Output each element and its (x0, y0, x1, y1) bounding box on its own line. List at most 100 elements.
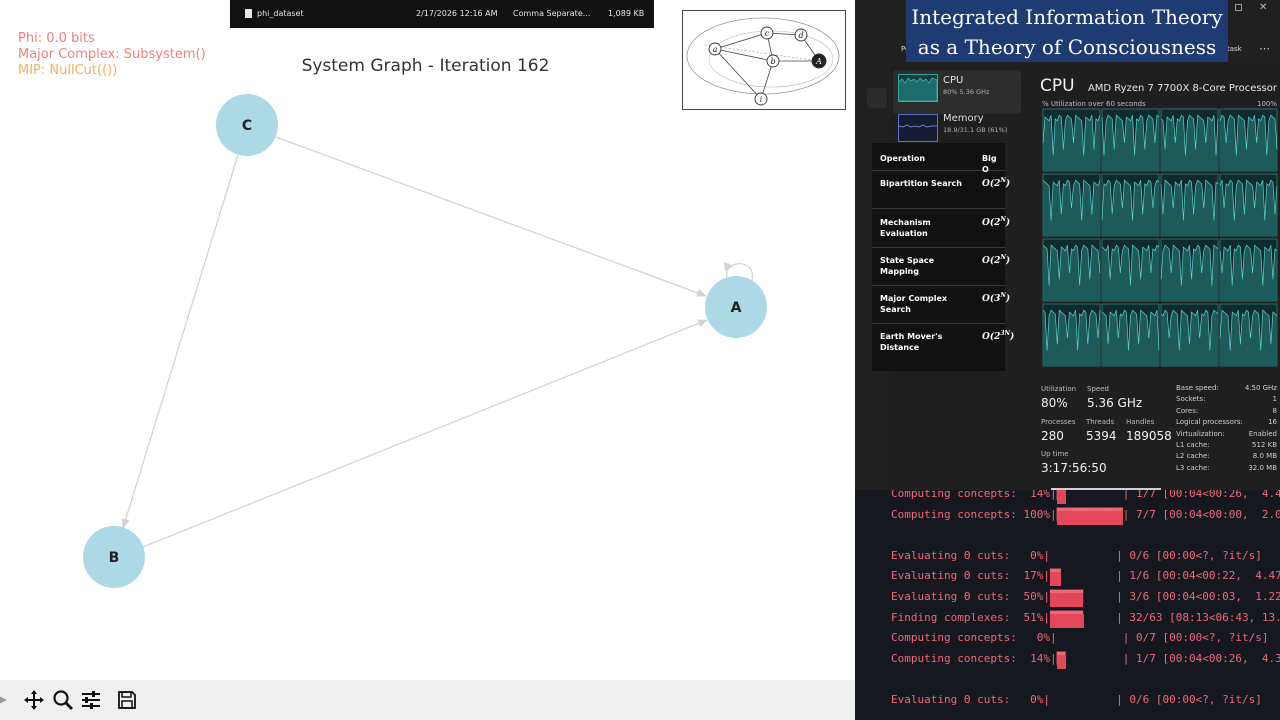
self-loop-arrowhead (724, 262, 734, 271)
logical-processor-graph (1042, 108, 1101, 172)
big-o-row: Earth Mover's Distance O(23N) (872, 324, 1014, 362)
run-task-fragment[interactable]: task (1227, 45, 1242, 53)
spec-value: 1 (1272, 395, 1277, 404)
handles-label: Handles (1126, 418, 1155, 426)
threads-label: Threads (1086, 418, 1115, 426)
terminal-line: Evaluating Θ cuts: 0%| | 0/6 [00:00<?, ?… (891, 693, 1262, 706)
logical-processor-graph (1101, 238, 1160, 302)
logical-processor-graph (1101, 303, 1160, 367)
spec-value: 8 (1272, 406, 1277, 415)
memory-thumb-graph (898, 114, 938, 142)
progress-bar-fill (1049, 572, 1062, 587)
spec-value: 32.0 MB (1248, 463, 1277, 472)
progress-bar-fill (1049, 613, 1084, 628)
more-options-icon[interactable]: ⋯ (1259, 42, 1270, 55)
big-o-operation: Mechanism Evaluation (880, 218, 931, 238)
logical-processor-graph (1219, 303, 1278, 367)
logical-processor-graph (1219, 108, 1278, 172)
close-icon[interactable]: ✕ (1259, 2, 1267, 13)
svg-text:c: c (765, 29, 770, 38)
cpu-thumb-graph (898, 74, 938, 102)
terminal-line: Finding complexes: 51%|█████ | 32/63 [08… (891, 610, 1280, 624)
forward-arrow-icon[interactable] (0, 688, 16, 712)
terminal-line: Evaluating Θ cuts: 17%|█▋ | 1/6 [00:04<0… (891, 569, 1280, 583)
big-o-row: Bipartition Search O(2N) (872, 171, 1010, 209)
logical-processor-graph (1101, 173, 1160, 237)
big-o-complexity: O(2N) (982, 216, 1011, 228)
big-o-complexity: O(23N) (982, 330, 1015, 342)
progress-bar-fill (1056, 490, 1066, 504)
maximize-icon[interactable] (1235, 4, 1242, 11)
spec-value: 16 (1268, 418, 1277, 427)
iit-banner-line2: as a Theory of Consciousness (917, 35, 1217, 59)
spec-value: 4.50 GHz (1244, 384, 1277, 392)
svg-text:i: i (760, 95, 763, 104)
big-o-row: State Space Mapping O(2N) (872, 248, 1010, 286)
progress-bar-fill (1056, 510, 1123, 525)
iit-banner: Integrated Information Theory as a Theor… (906, 0, 1228, 62)
node-b-label: B (109, 550, 120, 566)
big-o-header-operation: Operation (880, 154, 926, 163)
spec-key: Logical processors: (1176, 418, 1243, 427)
spec-key: Sockets: (1176, 395, 1206, 404)
logical-processor-graph (1160, 173, 1219, 237)
logical-processor-graph (1101, 108, 1160, 172)
svg-text:d: d (798, 31, 803, 40)
utilization-max: 100% (1256, 100, 1277, 108)
big-o-row: Major Complex Search O(3N) (872, 286, 1010, 324)
iit-banner-line1: Integrated Information Theory (911, 5, 1223, 29)
utilization-caption: % Utilization over 60 seconds (1042, 100, 1146, 108)
terminal-line: Evaluating Θ cuts: 50%|█████ | 3/6 [00:0… (891, 590, 1280, 603)
speed-label: Speed (1087, 385, 1109, 393)
big-o-complexity: O(2N) (982, 254, 1011, 266)
sidebar-memory-sub: 18.9/31.1 GB (61%) (943, 126, 1008, 134)
terminal-line: Computing concepts: 14%|█ | 1/7 [00:04<0… (891, 490, 1280, 500)
spec-value: 512 KB (1252, 441, 1277, 449)
node-c-label: C (242, 118, 252, 134)
logical-processor-graph (1219, 173, 1278, 237)
terminal-line: Computing concepts: 14%|█▍ | 1/7 [00:04<… (891, 651, 1280, 665)
big-o-operation: Earth Mover's Distance (880, 332, 943, 352)
save-icon[interactable] (115, 688, 139, 712)
cpu-model: AMD Ryzen 7 7700X 8-Core Processor (1087, 83, 1277, 94)
utilization-value: 80% (1041, 396, 1068, 410)
threads-value: 5394 (1086, 429, 1117, 443)
progress-bar-fill (1049, 593, 1083, 607)
utilization-label: Utilization (1041, 385, 1077, 393)
configure-subplots-icon[interactable] (79, 688, 103, 712)
big-o-operation: State Space Mapping (880, 256, 935, 276)
big-o-header: Operation Big O (872, 143, 1005, 174)
sidebar-cpu-sub: 80% 5.36 GHz (943, 88, 990, 96)
matplotlib-toolbar (0, 680, 855, 720)
logical-processor-graphs (1042, 108, 1278, 367)
logical-processor-graph (1042, 238, 1101, 302)
uptime-value: 3:17:56:50 (1041, 461, 1107, 475)
progress-bar-fill (1056, 654, 1066, 669)
diagram-thumbnail: a b c d A i (682, 10, 846, 110)
processes-value: 280 (1041, 429, 1064, 443)
big-o-operation: Bipartition Search (880, 179, 962, 188)
logical-processor-graph (1042, 173, 1101, 237)
logical-processor-graph (1219, 238, 1278, 302)
spec-value: Enabled (1248, 429, 1277, 438)
logical-processor-graph (1160, 303, 1219, 367)
zoom-icon[interactable] (51, 688, 75, 712)
logical-processor-graph (1042, 303, 1101, 367)
svg-text:b: b (770, 57, 775, 66)
terminal-output: Computing concepts: 14%|█ | 1/7 [00:04<0… (855, 490, 1280, 720)
pan-icon[interactable] (22, 688, 46, 712)
nav-icon[interactable] (867, 88, 887, 108)
big-o-complexity: O(2N) (982, 177, 1011, 189)
spec-value: 8.0 MB (1252, 452, 1277, 461)
edge-b-a (142, 319, 708, 548)
svg-text:A: A (815, 57, 822, 66)
spec-key: L1 cache: (1176, 441, 1210, 449)
big-o-complexity: O(3N) (982, 292, 1011, 304)
spec-key: L3 cache: (1176, 463, 1210, 472)
spec-key: Cores: (1176, 406, 1199, 415)
spec-key: L2 cache: (1176, 452, 1210, 461)
terminal-line: Computing concepts: 0%| | 0/7 [00:00<?, … (891, 631, 1269, 645)
handles-value: 189058 (1126, 429, 1172, 443)
big-o-row: Mechanism Evaluation O(2N) (872, 210, 1010, 248)
cpu-title: CPU (1040, 76, 1075, 96)
